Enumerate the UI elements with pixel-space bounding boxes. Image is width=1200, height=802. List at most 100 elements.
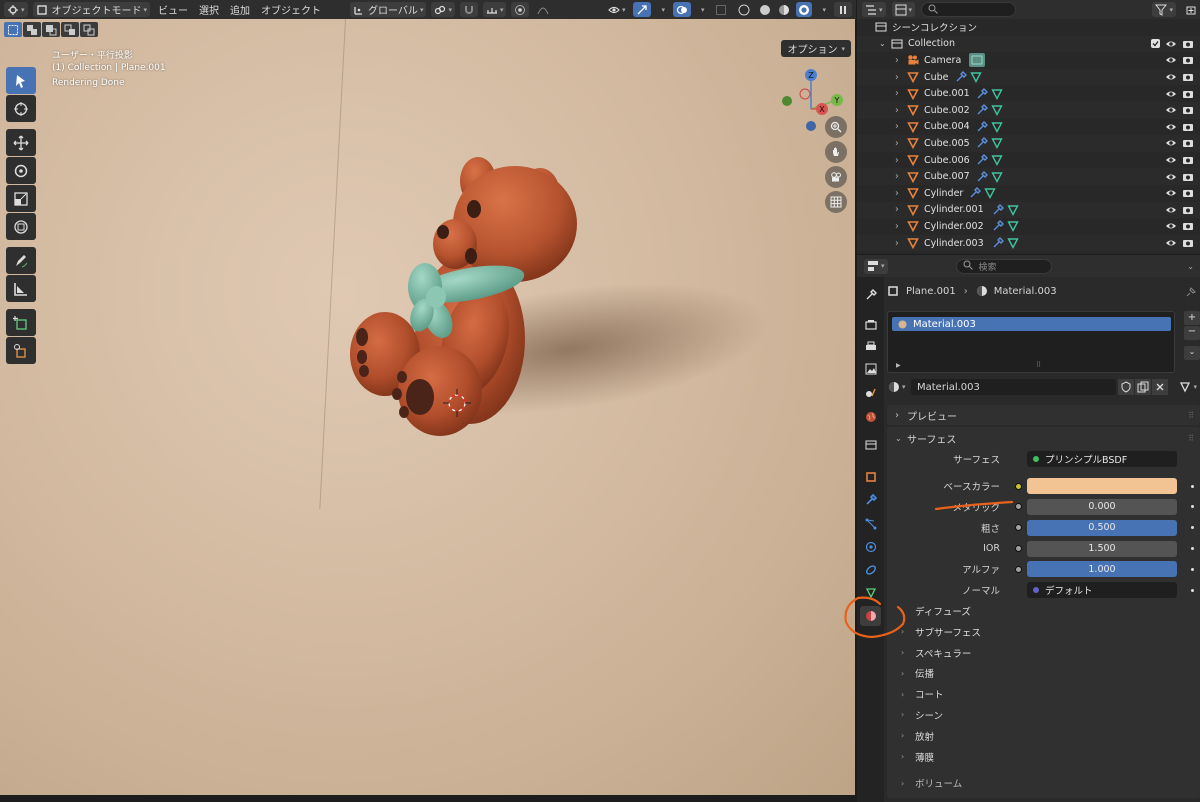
eye-icon[interactable]	[1165, 220, 1177, 232]
mesh-data-icon[interactable]	[1006, 204, 1019, 216]
new-collection-button[interactable]	[1182, 2, 1200, 17]
xray-toggle[interactable]	[712, 2, 730, 17]
render-camera-icon[interactable]	[1182, 54, 1194, 66]
outliner-row[interactable]: › Cube.001	[857, 85, 1200, 102]
proportional-edit-toggle[interactable]	[511, 2, 530, 17]
render-camera-icon[interactable]	[1182, 204, 1194, 216]
camera-view-button[interactable]	[825, 166, 847, 188]
snap-toggle[interactable]	[459, 2, 478, 17]
material-name-field[interactable]: Material.003	[911, 379, 1116, 395]
outliner-editor-type[interactable]: ▾	[862, 2, 886, 17]
outliner-row[interactable]: › Camera	[857, 52, 1200, 69]
eye-icon[interactable]	[1165, 88, 1177, 100]
tab-physics[interactable]	[860, 537, 881, 557]
shading-dropdown[interactable]: ▾	[817, 2, 829, 17]
options-dropdown[interactable]: オプション ▾	[781, 40, 851, 57]
outliner-row[interactable]: › Cylinder	[857, 185, 1200, 202]
add-slot-button[interactable]: +	[1184, 311, 1200, 325]
tab-particles[interactable]	[860, 514, 881, 534]
chevron-down-icon[interactable]: ⌄	[1187, 262, 1194, 271]
render-camera-icon[interactable]	[1182, 71, 1194, 83]
tab-material[interactable]	[860, 606, 881, 626]
select-extend-button[interactable]	[23, 22, 41, 37]
zoom-button[interactable]	[825, 116, 847, 138]
tool-annotate[interactable]	[6, 247, 36, 274]
eye-icon[interactable]	[1165, 104, 1177, 116]
tool-add-object[interactable]	[6, 337, 36, 364]
eye-icon[interactable]	[1165, 187, 1177, 199]
chevron-right-icon[interactable]: ›	[895, 121, 907, 132]
tab-modifiers[interactable]	[860, 490, 881, 510]
browse-material-button[interactable]: ▾	[887, 380, 907, 395]
tool-move[interactable]	[6, 129, 36, 156]
subpanel-header[interactable]: › 薄膜	[887, 746, 1200, 767]
keyframe-dot-icon[interactable]	[1191, 505, 1194, 509]
keyframe-dot-icon[interactable]	[1191, 567, 1194, 571]
modifier-wrench-icon[interactable]	[992, 220, 1004, 232]
render-camera-icon[interactable]	[1182, 121, 1194, 133]
outliner-row[interactable]: › Cube	[857, 68, 1200, 86]
eye-icon[interactable]	[1165, 137, 1177, 149]
properties-editor-type[interactable]: ▾	[864, 258, 888, 274]
menu-object[interactable]: オブジェクト	[258, 2, 324, 17]
socket-icon[interactable]	[1015, 503, 1022, 511]
chevron-right-icon[interactable]: ›	[895, 171, 907, 182]
eye-icon[interactable]	[1165, 54, 1177, 66]
subpanel-header[interactable]: › 放射	[887, 725, 1200, 746]
eye-icon[interactable]	[1165, 71, 1177, 83]
drag-handle-icon[interactable]: ⠿	[1188, 434, 1194, 443]
chevron-right-icon[interactable]: ›	[895, 88, 907, 99]
chevron-right-icon[interactable]: ›	[895, 155, 907, 166]
shading-solid[interactable]	[758, 2, 772, 17]
properties-search-input[interactable]: 検索	[955, 258, 1052, 274]
modifier-wrench-icon[interactable]	[976, 104, 988, 116]
socket-icon[interactable]	[1015, 524, 1022, 532]
subpanel-header[interactable]: › スペキュラー	[887, 642, 1200, 663]
tab-collection[interactable]	[860, 435, 881, 455]
socket-icon[interactable]	[1015, 565, 1022, 573]
mesh-data-icon[interactable]	[969, 71, 982, 84]
preview-panel-header[interactable]: › プレビュー ⠿	[887, 405, 1200, 425]
remove-slot-button[interactable]: −	[1184, 326, 1200, 340]
render-camera-icon[interactable]	[1182, 38, 1194, 50]
tab-view-layer[interactable]	[860, 359, 881, 379]
pin-icon[interactable]	[1186, 285, 1198, 297]
perspective-toggle-button[interactable]	[825, 191, 847, 213]
value-slider[interactable]: 1.500	[1027, 540, 1177, 557]
subpanel-header[interactable]: › 伝播	[887, 663, 1200, 684]
mesh-data-icon[interactable]	[1006, 220, 1019, 233]
outliner-row[interactable]: › Cube.002	[857, 101, 1200, 119]
render-camera-icon[interactable]	[1182, 220, 1194, 232]
outliner-row[interactable]: › Cube.007	[857, 168, 1200, 185]
tab-constraints[interactable]	[860, 560, 881, 580]
subpanel-header[interactable]: ディフューズ	[887, 601, 1200, 622]
tab-output[interactable]	[860, 337, 881, 357]
mesh-data-icon[interactable]	[991, 154, 1003, 167]
outliner-row[interactable]: › Cube.006	[857, 152, 1200, 169]
tool-transform[interactable]	[6, 213, 36, 240]
chevron-right-icon[interactable]: ›	[895, 105, 907, 116]
chevron-right-icon[interactable]: ›	[895, 221, 907, 232]
modifier-wrench-icon[interactable]	[976, 87, 988, 100]
collection-row[interactable]: ⌄ Collection	[857, 35, 1200, 53]
tool-scale[interactable]	[6, 185, 36, 212]
mesh-data-icon[interactable]	[1006, 237, 1019, 250]
snap-target-dropdown[interactable]: ▾	[482, 2, 507, 17]
outliner-row[interactable]: › Cube.004	[857, 119, 1200, 136]
fake-user-button[interactable]	[1118, 379, 1134, 395]
select-intersect-button[interactable]	[80, 22, 98, 37]
3d-viewport[interactable]: ユーザー・平行投影 (1) Collection | Plane.001 Ren…	[0, 19, 855, 795]
modifier-wrench-icon[interactable]	[976, 120, 988, 133]
select-new-button[interactable]	[4, 22, 22, 37]
surface-panel-header[interactable]: ⌄ サーフェス ⠿	[887, 427, 1200, 449]
eye-icon[interactable]	[1165, 121, 1177, 133]
select-subtract-button[interactable]	[42, 22, 60, 37]
keyframe-dot-icon[interactable]	[1191, 484, 1194, 488]
display-mode-dropdown[interactable]: ▾	[891, 2, 916, 17]
shading-wireframe[interactable]	[735, 2, 753, 17]
menu-add[interactable]: 追加	[227, 2, 253, 17]
render-camera-icon[interactable]	[1182, 137, 1194, 149]
overlay-dropdown[interactable]: ▾	[696, 2, 708, 17]
render-camera-icon[interactable]	[1182, 237, 1194, 249]
pivot-button[interactable]: ▾	[431, 2, 455, 17]
